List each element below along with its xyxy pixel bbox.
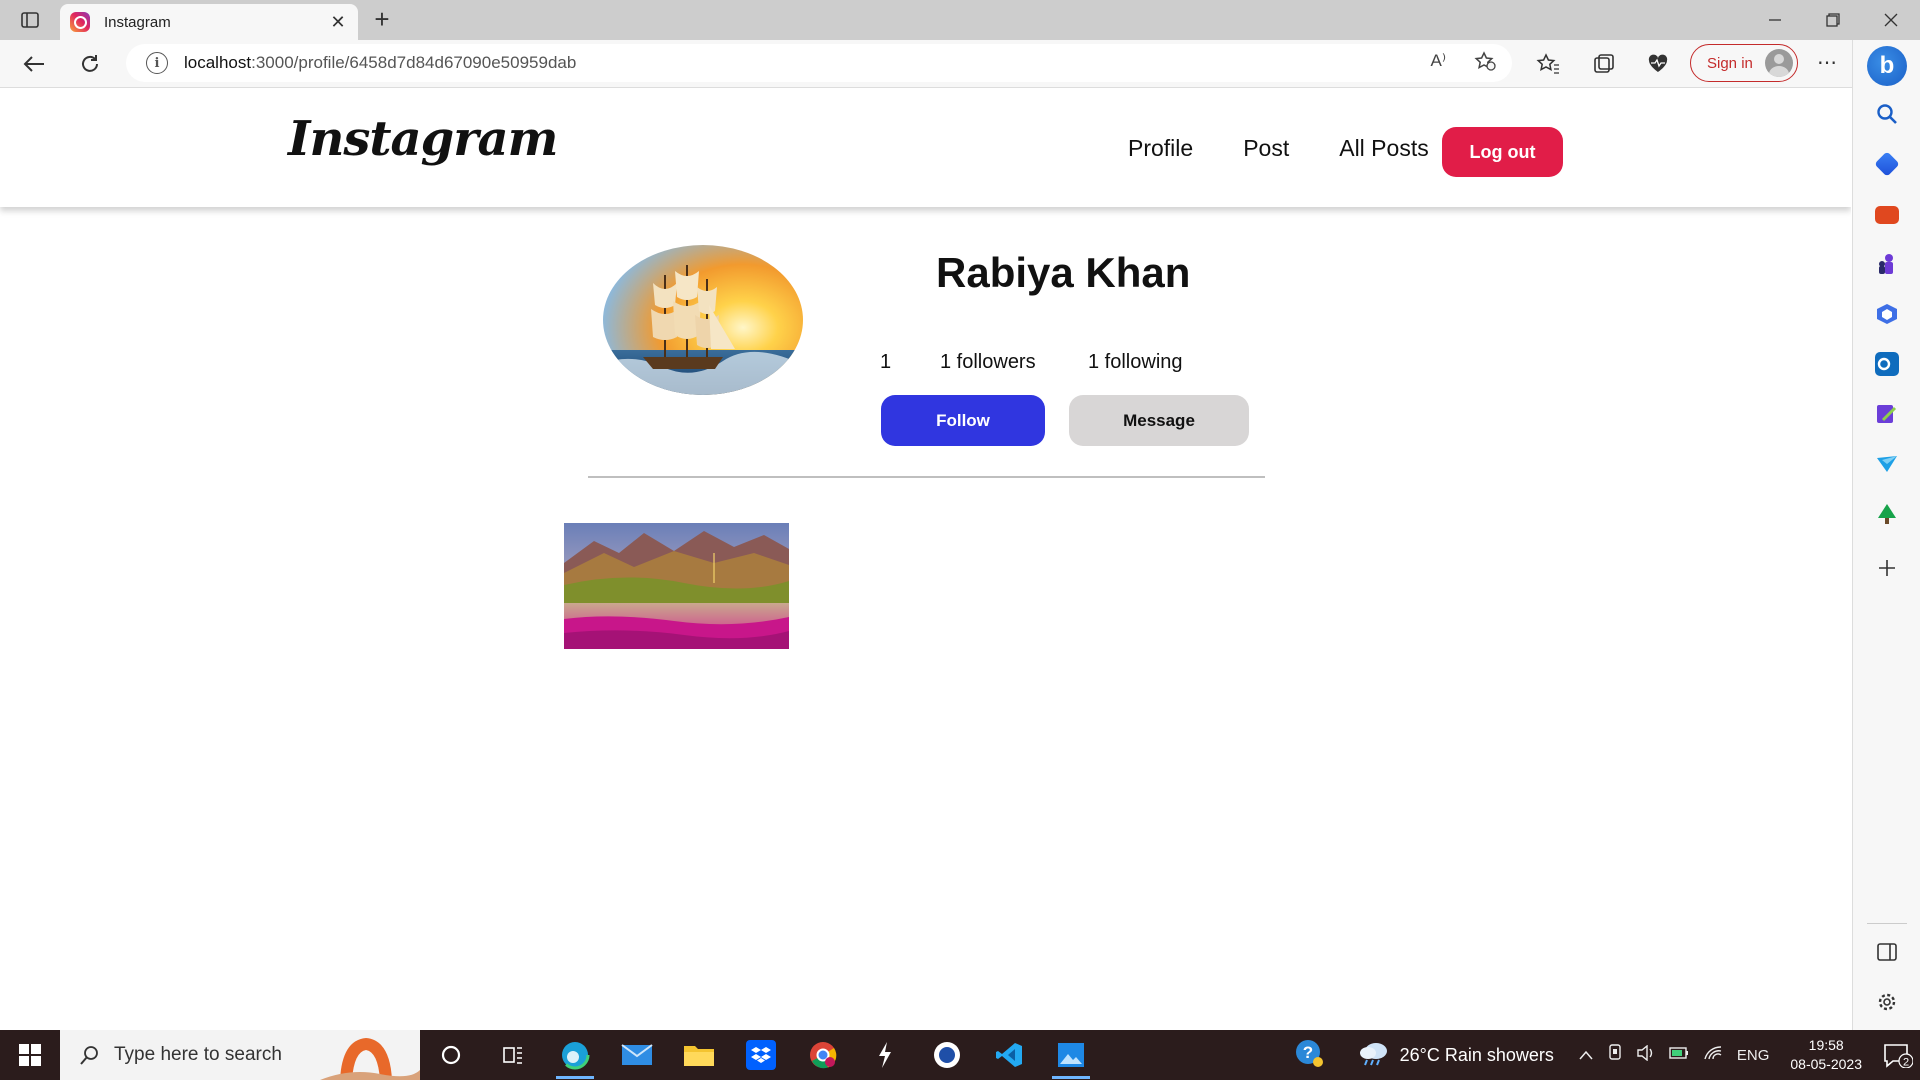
tree-icon[interactable] — [1875, 502, 1899, 526]
app-navbar: Instagram Profile Post All Posts Log out — [0, 89, 1851, 207]
shopping-tag-icon[interactable] — [1874, 151, 1900, 177]
nav-link-post[interactable]: Post — [1243, 135, 1289, 162]
search-placeholder: Type here to search — [114, 1044, 282, 1065]
app-circle-icon[interactable] — [916, 1030, 978, 1080]
search-highlight-image — [320, 1030, 420, 1080]
nav-link-all-posts[interactable]: All Posts — [1339, 135, 1428, 162]
app-lightning-icon[interactable] — [854, 1030, 916, 1080]
windows-start-icon[interactable] — [0, 1030, 60, 1080]
show-hidden-icons-icon[interactable] — [1579, 1047, 1593, 1064]
window-controls — [1746, 0, 1920, 40]
wifi-icon[interactable] — [1703, 1045, 1723, 1065]
volume-icon[interactable] — [1637, 1044, 1655, 1065]
battery-icon[interactable] — [1669, 1046, 1689, 1064]
tools-briefcase-icon[interactable] — [1875, 206, 1899, 224]
taskbar-search[interactable]: Type here to search — [60, 1030, 420, 1080]
bing-chat-icon[interactable]: b — [1867, 46, 1907, 86]
weather-text[interactable]: 26°C Rain showers — [1400, 1045, 1554, 1066]
minimize-icon[interactable] — [1746, 0, 1804, 40]
device-icon[interactable] — [1607, 1044, 1623, 1066]
windows-taskbar: Type here to search ? 26°C Rain showers … — [0, 1030, 1920, 1080]
following-count[interactable]: 1 following — [1088, 351, 1183, 374]
sidebar-settings-icon[interactable] — [1875, 990, 1899, 1014]
profile-avatar-icon — [1765, 49, 1793, 77]
nav-links: Profile Post All Posts — [1128, 135, 1429, 162]
outlook-icon[interactable] — [1875, 352, 1899, 376]
games-icon[interactable] — [1875, 252, 1899, 276]
instagram-logo[interactable]: Instagram — [288, 111, 558, 167]
clock-date: 08-05-2023 — [1790, 1056, 1862, 1072]
browser-toolbar: i localhost:3000/profile/6458d7d84d67090… — [0, 40, 1920, 88]
close-window-icon[interactable] — [1862, 0, 1920, 40]
read-aloud-icon[interactable]: A⁾ — [1430, 51, 1446, 76]
add-sidebar-app-icon[interactable] — [1875, 556, 1899, 580]
drop-icon[interactable] — [1875, 402, 1899, 426]
profile-picture — [603, 245, 803, 395]
post-thumbnail[interactable] — [564, 523, 789, 649]
send-icon[interactable] — [1875, 452, 1899, 476]
followers-count[interactable]: 1 followers — [940, 351, 1088, 374]
system-tray: ? 26°C Rain showers ENG 19:58 08-05-2023… — [1294, 1030, 1920, 1080]
more-options-icon[interactable]: ⋯ — [1812, 50, 1842, 78]
search-icon[interactable] — [1875, 102, 1899, 126]
address-bar[interactable]: i localhost:3000/profile/6458d7d84d67090… — [126, 44, 1512, 82]
nav-link-profile[interactable]: Profile — [1128, 135, 1193, 162]
profile-stats: 1 1 followers 1 following — [880, 351, 1183, 374]
logout-button[interactable]: Log out — [1442, 127, 1563, 177]
add-favorite-icon[interactable] — [1474, 51, 1496, 76]
sign-in-button[interactable]: Sign in — [1690, 44, 1798, 82]
tab-strip: Instagram ✕ + — [0, 0, 1920, 40]
restore-icon[interactable] — [1804, 0, 1862, 40]
profile-name: Rabiya Khan — [936, 249, 1191, 296]
chrome-icon[interactable] — [792, 1030, 854, 1080]
hide-sidebar-icon[interactable] — [1875, 940, 1899, 964]
site-info-icon[interactable]: i — [146, 52, 168, 74]
edge-sidebar: b — [1852, 40, 1920, 1030]
tab-actions-icon[interactable] — [14, 8, 46, 32]
favorites-icon[interactable] — [1534, 50, 1562, 78]
svg-text:?: ? — [1302, 1043, 1312, 1062]
dropbox-icon[interactable] — [730, 1030, 792, 1080]
tab-close-icon[interactable]: ✕ — [328, 12, 348, 33]
clock[interactable]: 19:58 08-05-2023 — [1790, 1036, 1862, 1074]
help-icon[interactable]: ? — [1294, 1038, 1324, 1073]
new-tab-button[interactable]: + — [368, 6, 396, 34]
microsoft-365-icon[interactable] — [1875, 302, 1899, 326]
url-host: localhost — [184, 53, 252, 72]
follow-button[interactable]: Follow — [881, 395, 1045, 446]
collections-icon[interactable] — [1590, 50, 1618, 78]
message-button[interactable]: Message — [1069, 395, 1249, 446]
url-path: :3000/profile/6458d7d84d67090e50959dab — [251, 53, 577, 72]
vscode-icon[interactable] — [978, 1030, 1040, 1080]
file-explorer-icon[interactable] — [668, 1030, 730, 1080]
browser-essentials-icon[interactable] — [1644, 50, 1672, 78]
sidebar-divider — [1867, 923, 1907, 924]
url-text[interactable]: localhost:3000/profile/6458d7d84d67090e5… — [184, 53, 576, 73]
back-icon[interactable] — [20, 50, 48, 78]
browser-tab[interactable]: Instagram ✕ — [60, 4, 358, 40]
cortana-icon[interactable] — [420, 1030, 482, 1080]
address-actions: A⁾ — [1430, 51, 1496, 76]
photos-icon[interactable] — [1040, 1030, 1102, 1080]
task-view-icon[interactable] — [482, 1030, 544, 1080]
search-icon — [80, 1046, 98, 1065]
sign-in-label: Sign in — [1707, 54, 1753, 72]
refresh-icon[interactable] — [76, 50, 104, 78]
clock-time: 19:58 — [1808, 1037, 1844, 1053]
posts-count: 1 — [880, 351, 892, 373]
edge-taskbar-icon[interactable] — [544, 1030, 606, 1080]
tab-title: Instagram — [104, 13, 171, 31]
instagram-favicon-icon — [70, 12, 90, 32]
notifications-icon[interactable]: 2 — [1876, 1042, 1920, 1068]
mail-icon[interactable] — [606, 1030, 668, 1080]
language-indicator[interactable]: ENG — [1737, 1047, 1770, 1064]
weather-icon[interactable] — [1358, 1040, 1390, 1071]
profile-divider — [588, 476, 1265, 478]
notification-count: 2 — [1903, 1057, 1909, 1069]
web-page: Instagram Profile Post All Posts Log out — [0, 89, 1851, 1030]
